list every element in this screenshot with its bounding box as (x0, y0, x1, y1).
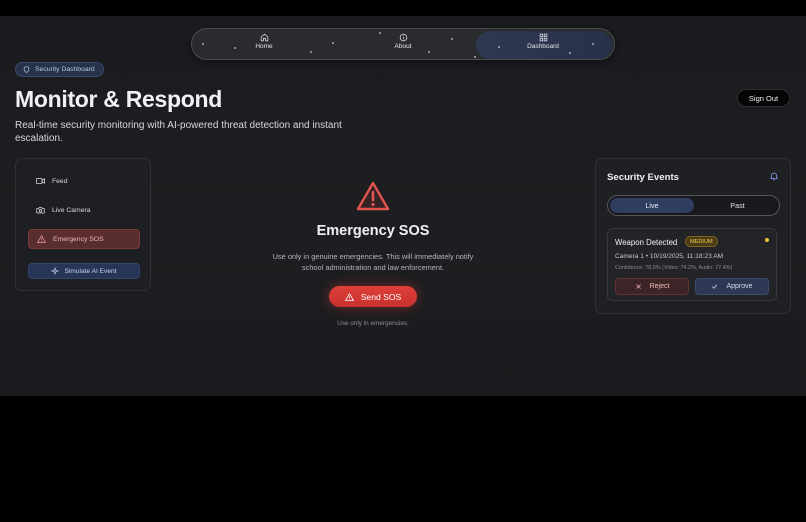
sidebar-item-live-camera[interactable]: Live Camera (28, 200, 140, 220)
decorative-star (332, 42, 334, 44)
sos-description: Use only in genuine emergencies. This wi… (272, 252, 474, 272)
nav-home-label: Home (255, 43, 273, 50)
decorative-star (202, 43, 204, 45)
page-subtitle: Real-time security monitoring with AI-po… (15, 120, 342, 144)
sos-note: Use only in emergencies. (337, 320, 409, 327)
sidebar-item-label: Feed (52, 177, 68, 185)
sparkle-icon (51, 267, 60, 275)
event-card: Weapon Detected MEDIUM Camera 1 • 10/19/… (607, 228, 777, 301)
tab-live[interactable]: Live (610, 198, 694, 213)
page-title: Monitor & Respond (15, 86, 222, 112)
sos-title: Emergency SOS (316, 223, 430, 239)
warning-icon (356, 181, 390, 211)
warning-icon (344, 292, 354, 301)
approve-button[interactable]: Approve (695, 278, 769, 295)
decorative-star (498, 46, 500, 48)
sidebar-menu: Feed Live Camera Emergency SOS Simulate … (15, 158, 151, 291)
shield-icon (23, 66, 30, 73)
decorative-star (592, 43, 594, 45)
video-icon (36, 178, 45, 184)
event-confidence: Confidence: 78.0% (Video: 74.2%, Audio: … (615, 265, 733, 271)
info-icon (399, 33, 407, 42)
events-title: Security Events (607, 172, 679, 183)
sign-out-button[interactable]: Sign Out (737, 89, 790, 107)
decorative-star (474, 56, 476, 58)
camera-icon (36, 207, 45, 214)
sidebar-item-feed[interactable]: Feed (28, 171, 140, 191)
sos-warning-icon-wrap (347, 176, 399, 216)
reject-button[interactable]: Reject (615, 278, 689, 295)
sidebar-item-emergency-sos[interactable]: Emergency SOS (28, 229, 140, 249)
nav-dashboard[interactable]: Dashboard (513, 33, 573, 59)
nav-about-label: About (394, 43, 412, 50)
nav-about[interactable]: About (373, 33, 433, 59)
security-events-panel: Security Events Live Past Weapon Detecte… (595, 158, 791, 314)
nav-home[interactable]: Home (234, 33, 294, 59)
nav-dashboard-label: Dashboard (527, 43, 559, 50)
top-nav: Home About Dashboard (191, 28, 615, 60)
tab-past[interactable]: Past (696, 198, 779, 213)
section-badge: Security Dashboard (15, 62, 104, 77)
simulate-label: Simulate AI Event (64, 267, 117, 275)
reject-label: Reject (649, 283, 670, 290)
app-viewport: Home About Dashboard Security Dashboard … (0, 16, 806, 396)
approve-label: Approve (726, 283, 753, 290)
send-sos-label: Send SOS (360, 291, 402, 302)
home-icon (260, 33, 268, 42)
event-title: Weapon Detected (615, 238, 678, 247)
badge-label: Security Dashboard (35, 66, 95, 73)
sidebar-item-label: Live Camera (52, 206, 91, 214)
severity-badge: MEDIUM (685, 236, 718, 247)
close-icon (635, 284, 641, 289)
status-dot (765, 238, 769, 242)
warning-icon (37, 235, 46, 243)
decorative-star (310, 51, 312, 53)
decorative-star (451, 38, 453, 40)
bell-icon[interactable] (769, 171, 779, 181)
send-sos-button[interactable]: Send SOS (329, 286, 417, 307)
event-meta: Camera 1 • 10/19/2025, 11:18:23 AM (615, 253, 724, 260)
simulate-ai-event-button[interactable]: Simulate AI Event (28, 263, 140, 279)
grid-icon (539, 33, 547, 42)
check-icon (712, 284, 718, 289)
events-tab-switch: Live Past (607, 195, 780, 216)
sidebar-item-label: Emergency SOS (53, 235, 104, 243)
